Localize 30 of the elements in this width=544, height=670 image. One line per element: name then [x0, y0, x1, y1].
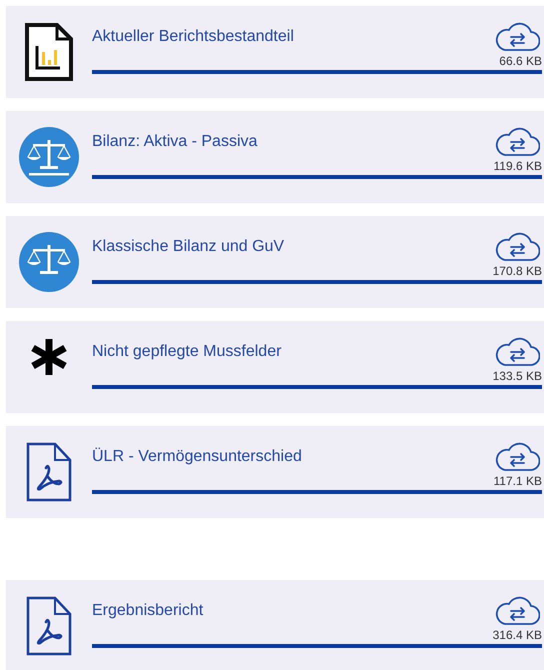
scales-icon	[19, 127, 79, 187]
report-card[interactable]: Nicht gepflegte Mussfelder 133.5 KB	[6, 321, 544, 413]
scales-icon	[19, 232, 79, 292]
report-card[interactable]: ÜLR - Vermögensunterschied 117.1 KB	[6, 426, 544, 518]
file-size: 117.1 KB	[494, 474, 542, 488]
report-card[interactable]: Ergebnisbericht 316.4 KB	[6, 580, 544, 670]
report-card[interactable]: Klassische Bilanz und GuV 170.8 KB	[6, 216, 544, 308]
pdf-document-icon	[26, 442, 72, 502]
cloud-sync-icon[interactable]	[494, 596, 540, 626]
pdf-document-icon	[26, 596, 72, 656]
cloud-sync-icon[interactable]	[494, 22, 540, 52]
cloud-sync-icon[interactable]	[494, 232, 540, 262]
report-card[interactable]: Aktueller Berichtsbestandteil 66.6 KB	[6, 6, 544, 98]
cloud-sync-icon[interactable]	[494, 337, 540, 367]
file-size: 170.8 KB	[492, 264, 542, 278]
chart-document-icon	[24, 22, 74, 82]
report-card[interactable]: Bilanz: Aktiva - Passiva 119.6 KB	[6, 111, 544, 203]
cloud-sync-icon[interactable]	[494, 442, 540, 472]
file-size: 66.6 KB	[499, 54, 542, 68]
report-title: Bilanz: Aktiva - Passiva	[92, 133, 258, 151]
file-size: 119.6 KB	[494, 159, 542, 173]
report-title: Nicht gepflegte Mussfelder	[92, 343, 282, 361]
report-title: ÜLR - Vermögensunterschied	[92, 448, 302, 466]
report-title: Aktueller Berichtsbestandteil	[92, 28, 294, 46]
asterisk-icon	[29, 337, 69, 377]
file-size: 316.4 KB	[492, 628, 542, 642]
file-size: 133.5 KB	[492, 369, 542, 383]
report-title: Klassische Bilanz und GuV	[92, 238, 284, 256]
cloud-sync-icon[interactable]	[494, 127, 540, 157]
report-title: Ergebnisbericht	[92, 602, 204, 620]
